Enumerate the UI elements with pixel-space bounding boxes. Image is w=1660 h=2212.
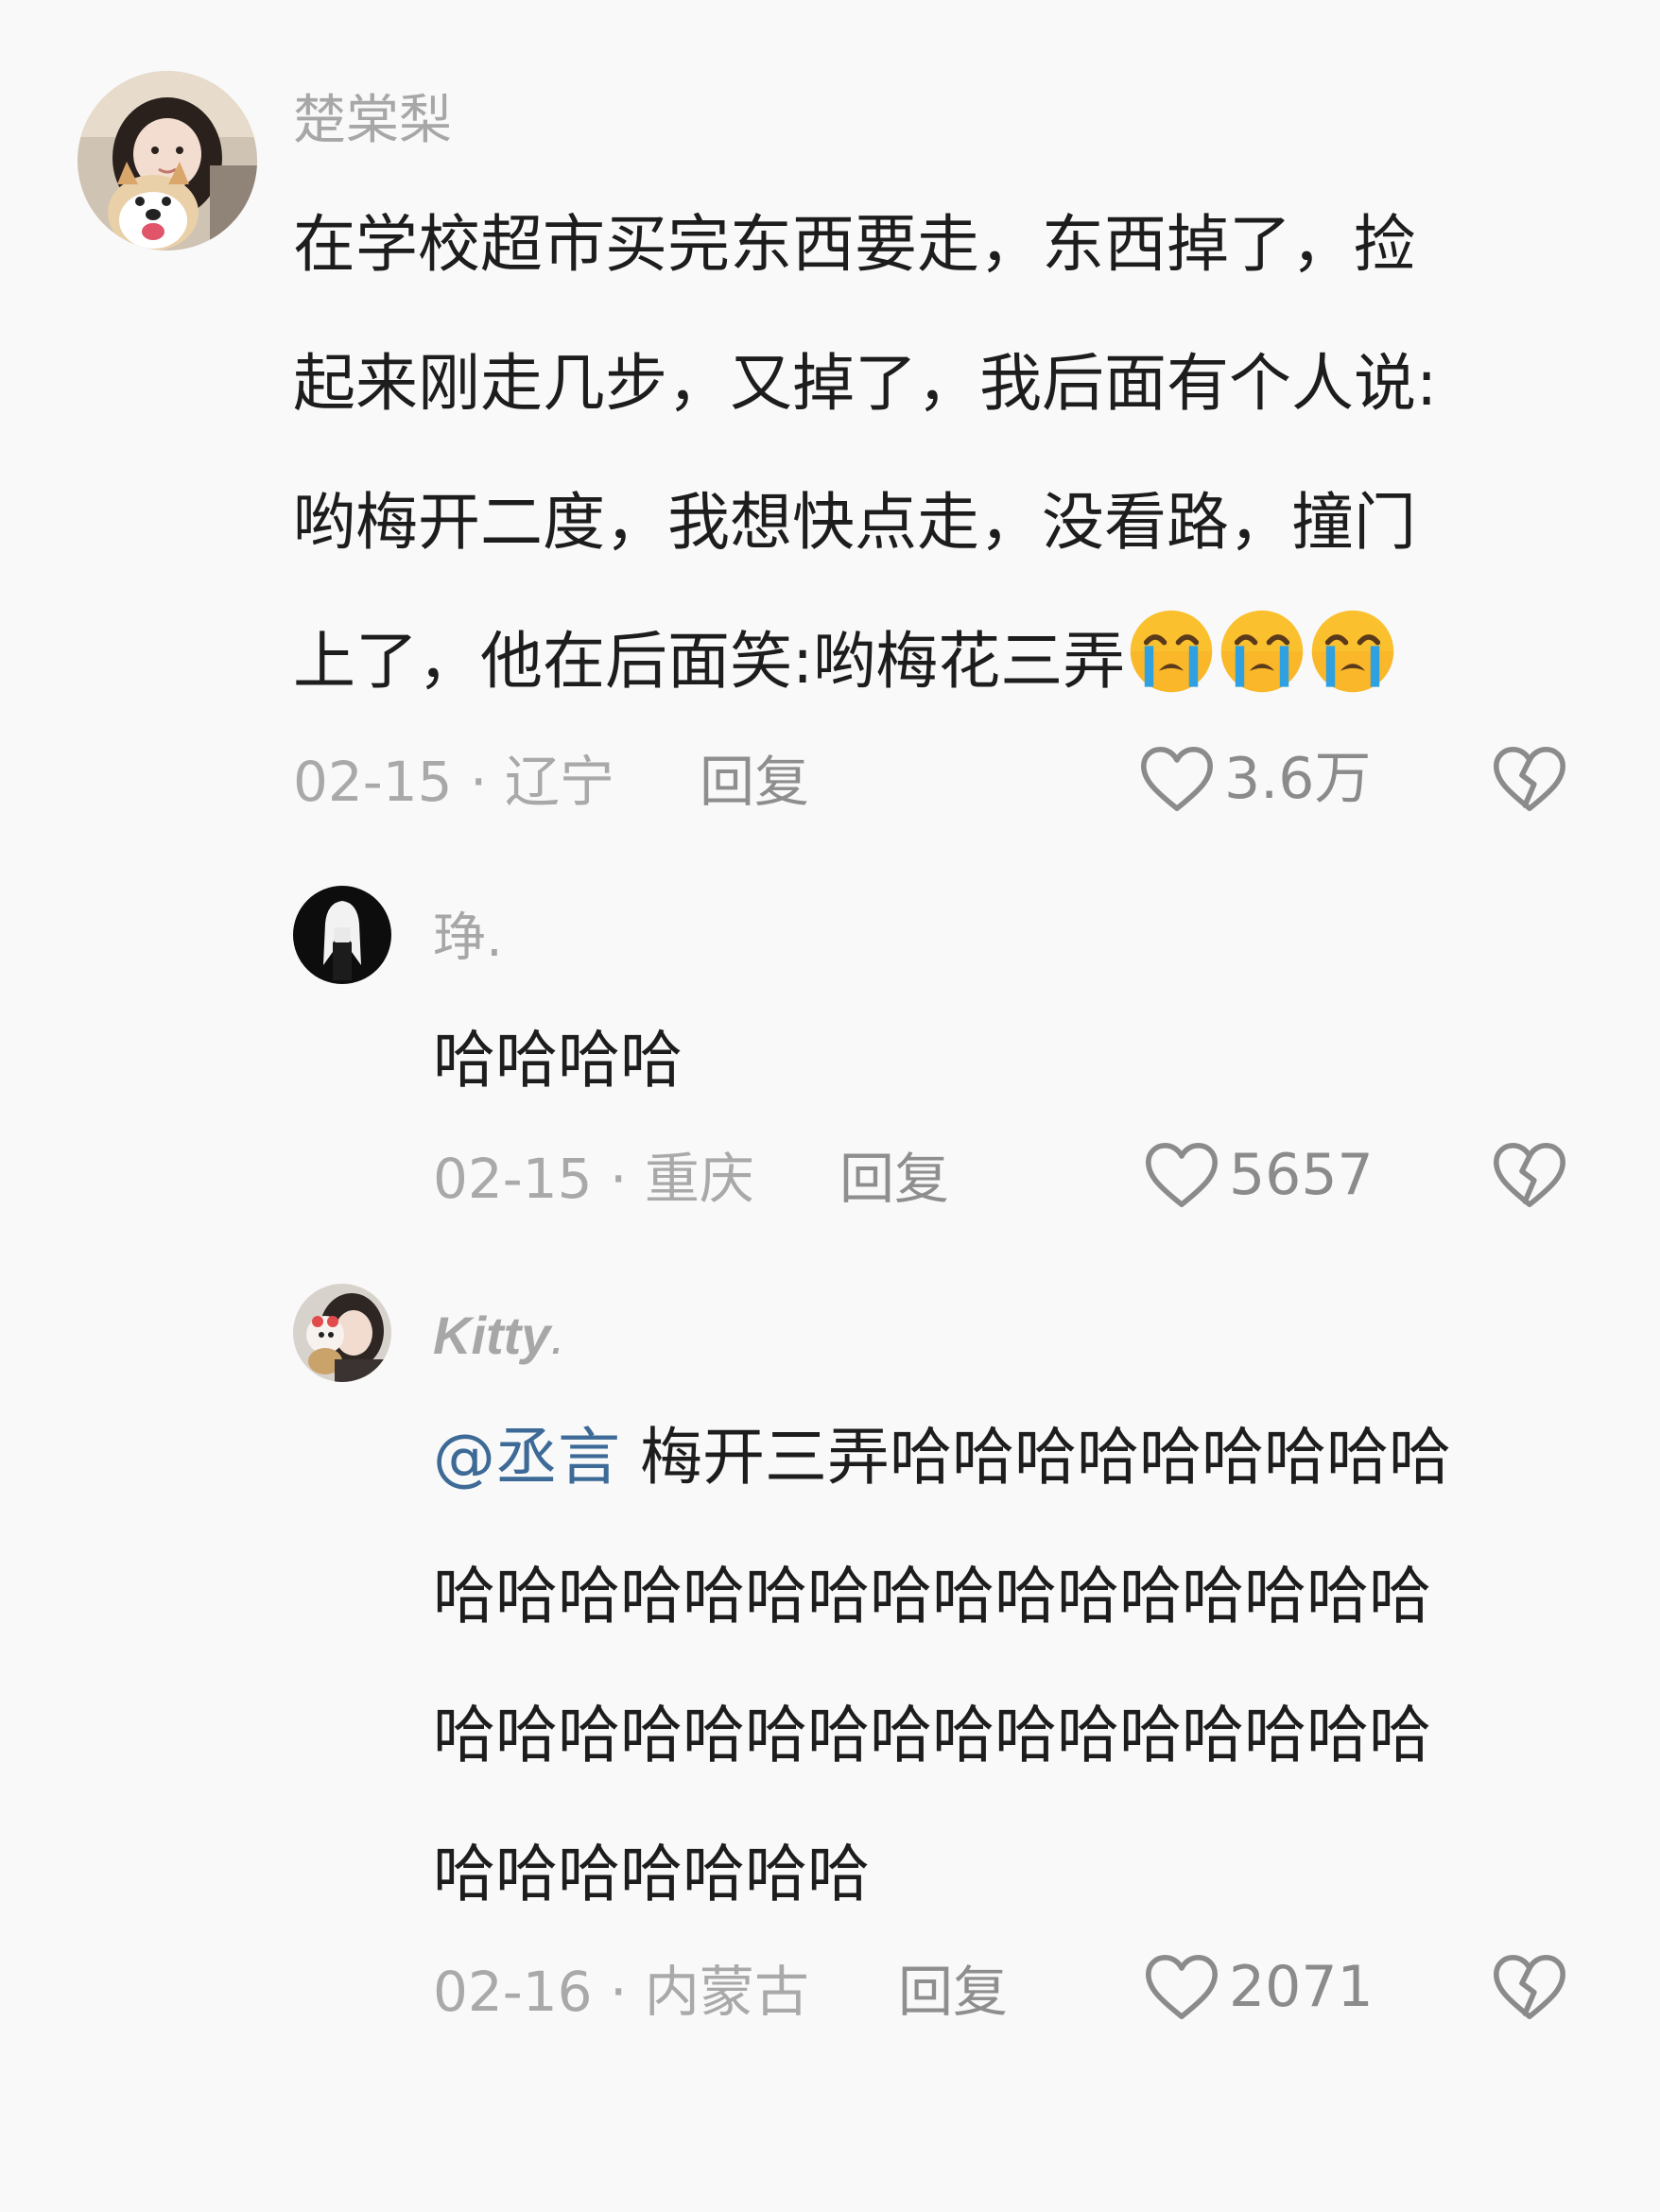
comment-location: 重庆 bbox=[644, 1147, 754, 1211]
heart-outline-icon bbox=[1144, 1141, 1219, 1209]
girl-with-shiba-dog-avatar-icon bbox=[78, 71, 257, 251]
emoji-group bbox=[1125, 605, 1397, 744]
user-avatar[interactable] bbox=[78, 71, 257, 251]
comment-line: 起来刚走几步，又掉了，我后面有个人说: bbox=[293, 347, 1438, 420]
user-avatar[interactable] bbox=[293, 1284, 391, 1382]
like-button[interactable]: 5657 bbox=[1144, 1141, 1374, 1209]
reply-button[interactable]: 回复 bbox=[700, 754, 809, 809]
like-count: 2071 bbox=[1229, 1954, 1374, 2020]
like-button[interactable]: 2071 bbox=[1144, 1953, 1374, 2021]
broken-heart-icon bbox=[1492, 1141, 1567, 1209]
comment-line-first: @丞言 梅开三弄哈哈哈哈哈哈哈哈哈 bbox=[433, 1388, 1451, 1527]
heart-outline-icon bbox=[1144, 1953, 1219, 2021]
comment-date: 02-16 bbox=[433, 1960, 593, 2024]
reply-button[interactable]: 回复 bbox=[898, 1964, 1008, 2019]
meta-separator: · bbox=[592, 1147, 645, 1211]
comment-location: 辽宁 bbox=[504, 750, 614, 814]
username[interactable]: 琤. bbox=[433, 912, 503, 965]
girl-with-plush-toy-avatar-icon bbox=[293, 1284, 391, 1382]
comment-line: 哈哈哈哈哈哈哈 bbox=[433, 1838, 870, 1910]
dark-figure-avatar-icon bbox=[293, 886, 391, 984]
comment-line: 哈哈哈哈 bbox=[433, 1024, 683, 1097]
loudly-crying-face-icon bbox=[1308, 607, 1397, 696]
user-avatar[interactable] bbox=[293, 886, 391, 984]
loudly-crying-face-icon bbox=[1127, 607, 1216, 696]
comment-line: 哟梅开二度，我想快点走，没看路，撞门 bbox=[293, 486, 1416, 559]
comment-line-last: 上了，他在后面笑:哟梅花三弄 bbox=[293, 592, 1437, 744]
comment-location: 内蒙古 bbox=[644, 1960, 809, 2024]
dislike-button[interactable] bbox=[1492, 745, 1567, 817]
meta-separator: · bbox=[452, 750, 505, 814]
comment-line: 在学校超市买完东西要走，东西掉了，捡 bbox=[293, 208, 1416, 281]
comment-text: 在学校超市买完东西要走，东西掉了，捡 起来刚走几步，又掉了，我后面有个人说: 哟… bbox=[293, 175, 1437, 744]
heart-outline-icon bbox=[1139, 745, 1215, 813]
comment-text: 哈哈哈哈 bbox=[433, 991, 683, 1130]
dislike-button[interactable] bbox=[1492, 1141, 1567, 1213]
comment-meta: 02-15 · 辽宁 bbox=[293, 754, 614, 809]
like-count: 3.6万 bbox=[1224, 746, 1372, 812]
like-count: 5657 bbox=[1229, 1142, 1374, 1208]
comment-date: 02-15 bbox=[293, 750, 453, 814]
broken-heart-icon bbox=[1492, 745, 1567, 813]
loudly-crying-face-icon bbox=[1218, 607, 1306, 696]
reply-button[interactable]: 回复 bbox=[839, 1151, 949, 1206]
comment-text: @丞言 梅开三弄哈哈哈哈哈哈哈哈哈 哈哈哈哈哈哈哈哈哈哈哈哈哈哈哈哈 哈哈哈哈哈… bbox=[433, 1388, 1451, 1944]
username-text: Kitty bbox=[433, 1305, 551, 1365]
like-button[interactable]: 3.6万 bbox=[1139, 745, 1371, 813]
comment-line-text: 梅开三弄哈哈哈哈哈哈哈哈哈 bbox=[639, 1421, 1451, 1494]
broken-heart-icon bbox=[1492, 1953, 1567, 2021]
comment-line: 哈哈哈哈哈哈哈哈哈哈哈哈哈哈哈哈 bbox=[433, 1560, 1431, 1633]
dislike-button[interactable] bbox=[1492, 1953, 1567, 2025]
username-suffix: . bbox=[550, 1305, 566, 1365]
comment-line: 哈哈哈哈哈哈哈哈哈哈哈哈哈哈哈哈 bbox=[433, 1699, 1431, 1771]
comment-date: 02-15 bbox=[433, 1147, 593, 1211]
meta-separator: · bbox=[592, 1960, 645, 2024]
comment-meta: 02-16 · 内蒙古 bbox=[433, 1964, 809, 2019]
username[interactable]: Kitty. bbox=[433, 1309, 565, 1362]
mention-link[interactable]: @丞言 bbox=[433, 1421, 620, 1494]
comment-line-text: 上了，他在后面笑:哟梅花三弄 bbox=[293, 625, 1126, 698]
comment-meta: 02-15 · 重庆 bbox=[433, 1151, 754, 1206]
username[interactable]: 楚棠梨 bbox=[293, 95, 452, 147]
